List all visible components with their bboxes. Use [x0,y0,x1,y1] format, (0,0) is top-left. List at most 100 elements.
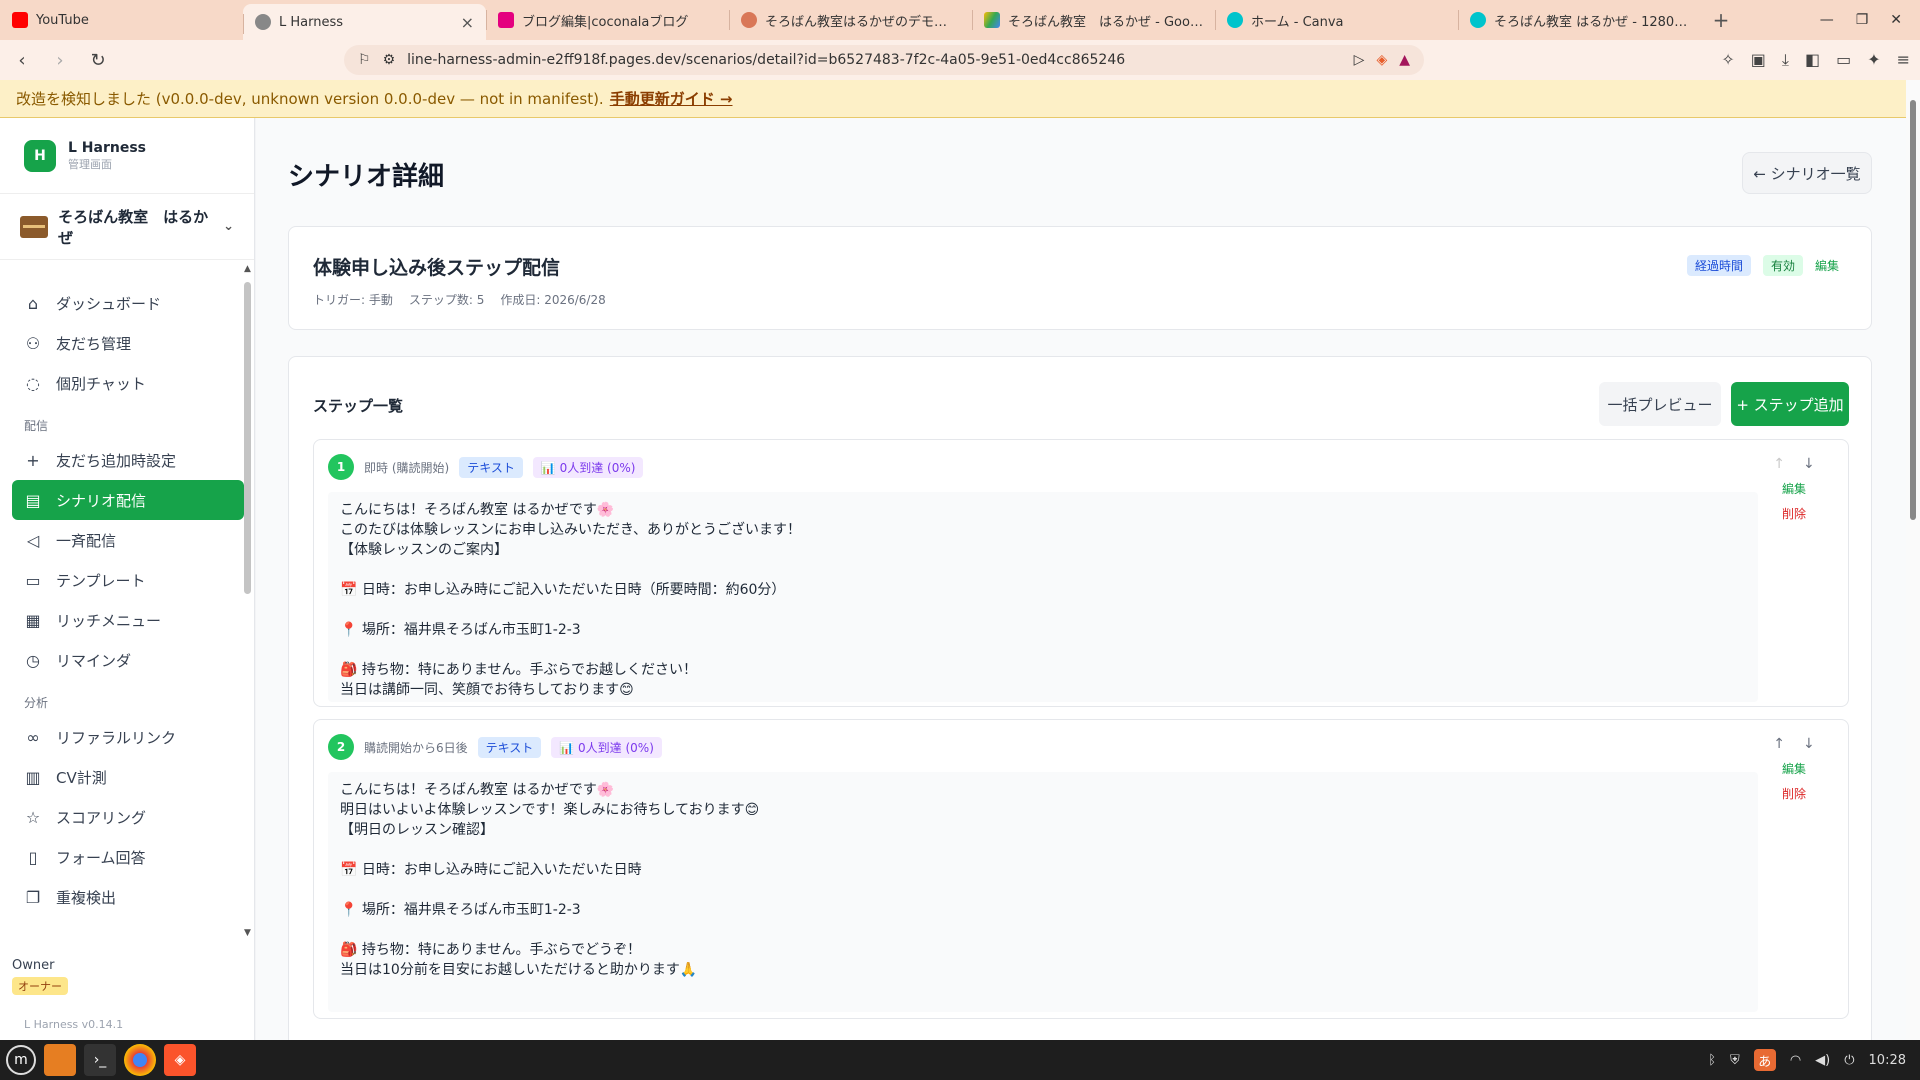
tab-title: ブログ編集|coconalaブログ [522,14,689,30]
update-guide-link[interactable]: 手動更新ガイド → [610,88,733,109]
brand: H L Harness 管理画面 [0,118,254,194]
page-scrollbar[interactable] [1906,80,1920,1040]
wallet-icon[interactable]: ▭ [1836,50,1851,70]
back-to-scenarios-button[interactable]: ← シナリオ一覧 [1742,152,1872,194]
download-icon[interactable]: ⤓ [1782,50,1789,70]
close-window-icon[interactable]: ✕ [1890,12,1902,28]
terminal-icon[interactable]: ›_ [84,1044,116,1076]
share-icon[interactable]: ▷ [1354,52,1365,68]
scroll-up-icon[interactable]: ▲ [244,264,251,274]
step-count-text: ステップ数: 5 [408,293,485,307]
sidebar-item-dashboard[interactable]: ⌂ ダッシュボード [12,283,244,323]
browser-tab[interactable]: そろばん教室 はるかぜ - 1280 × 720 [1458,0,1701,40]
status-badge: 有効 [1762,255,1803,276]
google-drive-icon [984,12,1000,28]
bar-chart-icon: ▥ [25,767,41,787]
browser-tab[interactable]: そろばん教室はるかぜのデモ完成と [729,0,972,40]
bluetooth-icon[interactable]: ᛒ [1708,1053,1716,1068]
sidebar-item-reminder[interactable]: ◷ リマインダ [12,640,244,680]
sidebar-item-templates[interactable]: ▭ テンプレート [12,560,244,600]
brave-icon[interactable]: ◈ [164,1044,196,1076]
coconala-icon [498,12,514,28]
wifi-icon[interactable]: ◠ [1790,1053,1801,1068]
volume-icon[interactable]: ◀) [1815,1053,1830,1068]
close-tab-icon[interactable]: × [461,13,474,32]
clock[interactable]: 10:28 [1869,1053,1906,1068]
extensions-icon[interactable]: ✧ [1721,50,1734,70]
sidebar-item-duplicates[interactable]: ❐ 重複検出 [12,877,244,917]
ime-indicator[interactable]: あ [1753,1049,1776,1071]
current-user: Owner オーナー [12,958,68,995]
browser-tab[interactable]: そろばん教室 はるかぜ - Google [972,0,1215,40]
sidebar-item-scenario[interactable]: ▤ シナリオ配信 [12,480,244,520]
site-settings-icon[interactable]: ⚙ [383,52,396,68]
brave-shield-icon[interactable]: ◈ [1376,52,1387,68]
maximize-icon[interactable]: ❐ [1856,12,1869,28]
account-switcher[interactable]: そろばん教室 はるかぜ ⌄ [0,194,254,260]
browser-tab[interactable]: ブログ編集|coconalaブログ [486,0,729,40]
forward-icon[interactable]: › [48,50,72,71]
reach-stats-chip: 📊 0人到達 (0%) [551,736,662,758]
step-actions: ↑ ↓ 編集 削除 [1764,456,1824,522]
sidebar-toggle-icon[interactable]: ◧ [1805,50,1820,70]
chrome-icon[interactable] [124,1044,156,1076]
sidebar-item-label: CV計測 [56,768,107,787]
files-icon[interactable] [44,1044,76,1076]
sidebar-item-label: ダッシュボード [56,294,162,313]
minimize-icon[interactable]: — [1820,12,1834,28]
edit-step-link[interactable]: 編集 [1782,760,1806,777]
sidebar-item-friends[interactable]: ⚇ 友だち管理 [12,323,244,363]
delete-step-link[interactable]: 削除 [1782,785,1806,802]
sidebar-scroll-thumb[interactable] [244,282,251,594]
scroll-down-icon[interactable]: ▼ [244,928,251,938]
edit-step-link[interactable]: 編集 [1782,480,1806,497]
copy-icon: ❐ [25,887,41,907]
sidebar-item-broadcast[interactable]: ◁ 一斉配信 [12,520,244,560]
brave-rewards-icon[interactable]: ▲ [1399,52,1410,68]
move-up-icon[interactable]: ↑ [1773,456,1785,472]
url-text[interactable]: line-harness-admin-e2ff918f.pages.dev/sc… [407,52,1342,68]
move-up-icon[interactable]: ↑ [1773,736,1785,752]
bookmark-icon[interactable]: ⚐ [358,52,371,68]
canva-icon [1227,12,1243,28]
move-down-icon[interactable]: ↓ [1803,736,1815,752]
menu-icon[interactable]: ≡ [1897,50,1910,70]
leo-ai-icon[interactable]: ✦ [1867,50,1880,70]
browser-tab-active[interactable]: L Harness × [243,4,486,40]
back-icon[interactable]: ‹ [10,50,34,71]
shield-icon[interactable]: ⛨ [1730,1053,1740,1068]
new-tab-icon[interactable]: + [1701,0,1741,40]
browser-tab[interactable]: YouTube [0,0,243,40]
sidebar-item-chat[interactable]: ◌ 個別チャット [12,363,244,403]
sidebar-item-referral[interactable]: ∞ リファラルリンク [12,717,244,757]
reload-icon[interactable]: ↻ [86,50,110,71]
sidebar-item-friend-add-settings[interactable]: + 友だち追加時設定 [12,440,244,480]
sidebar-item-cv[interactable]: ▥ CV計測 [12,757,244,797]
bulk-preview-button[interactable]: 一括プレビュー [1599,382,1721,426]
youtube-icon [12,12,28,28]
browser-tab[interactable]: ホーム - Canva [1215,0,1458,40]
mint-menu-icon[interactable]: m [6,1045,36,1075]
reach-stats-chip: 📊 0人到達 (0%) [532,456,644,478]
tab-search-icon[interactable]: ▣ [1751,50,1766,70]
account-name: そろばん教室 はるかぜ [58,207,209,247]
sidebar-item-label: リマインダ [56,651,132,670]
sidebar: H L Harness 管理画面 そろばん教室 はるかぜ ⌄ ⌂ ダッシュボード… [0,118,255,1040]
sidebar-item-rich-menu[interactable]: ▦ リッチメニュー [12,600,244,640]
address-bar[interactable]: ⚐ ⚙ line-harness-admin-e2ff918f.pages.de… [344,45,1424,75]
sidebar-item-label: シナリオ配信 [56,491,147,510]
canva-icon [1470,12,1486,28]
sidebar-scrollbar[interactable]: ▲ ▼ [244,264,252,938]
scenario-info-card: 体験申し込み後ステップ配信 トリガー: 手動 ステップ数: 5 作成日: 202… [288,226,1872,330]
toolbar-actions: ✧ ▣ ⤓ ◧ ▭ ✦ ≡ [1721,50,1910,70]
nav-section-delivery: 配信 [24,419,49,433]
sidebar-item-scoring[interactable]: ☆ スコアリング [12,797,244,837]
delete-step-link[interactable]: 削除 [1782,505,1806,522]
add-step-button[interactable]: + ステップ追加 [1731,382,1849,426]
sidebar-item-form-answers[interactable]: ▯ フォーム回答 [12,837,244,877]
edit-scenario-link[interactable]: 編集 [1815,257,1839,274]
step-message-body: こんにちは！そろばん教室 はるかぜです🌸 このたびは体験レッスンにお申し込みいた… [328,492,1758,738]
power-icon[interactable]: ⏻ [1844,1053,1854,1068]
move-down-icon[interactable]: ↓ [1803,456,1815,472]
page-scroll-thumb[interactable] [1910,100,1916,520]
